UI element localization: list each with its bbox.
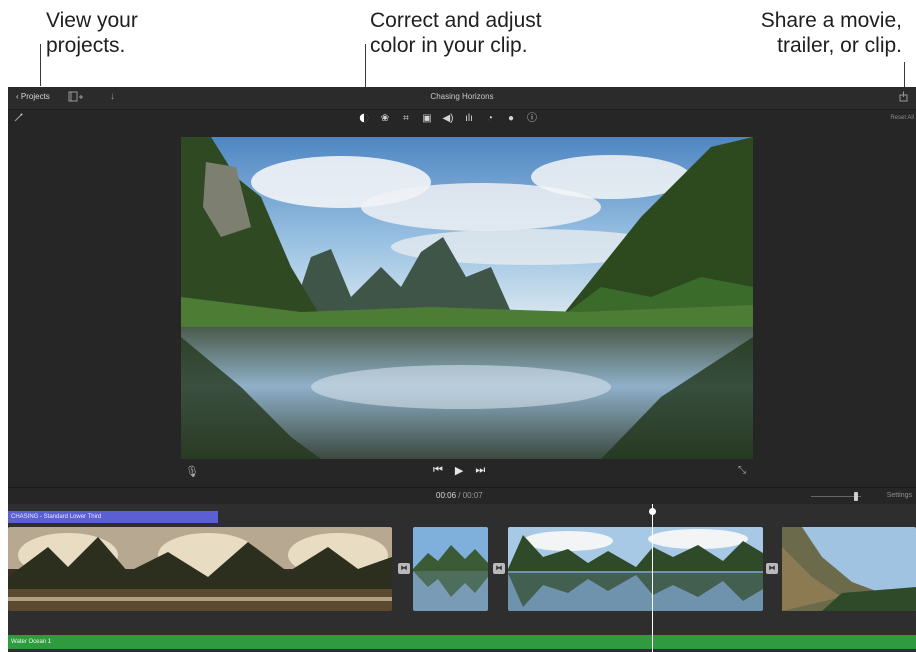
- playhead[interactable]: [652, 504, 653, 652]
- callout-line: color in your clip.: [370, 34, 528, 57]
- time-separator: /: [458, 491, 461, 500]
- transition-icon[interactable]: ⧓: [493, 563, 505, 574]
- clip-info-icon[interactable]: ⓘ: [526, 113, 538, 127]
- callout-leader: [40, 44, 41, 86]
- playhead-handle[interactable]: [649, 508, 656, 515]
- settings-button[interactable]: Settings: [887, 492, 912, 499]
- playback-controls: 🎙︎ ⏮︎ ▶ ⏭︎ ⤡: [8, 463, 916, 481]
- adjustments-toolbar: ❀ ⌗ ▣ ◀) ılı ◔ ● ⓘ Reset All: [8, 110, 916, 130]
- callout-line: View your: [46, 9, 138, 32]
- video-viewer[interactable]: [181, 137, 753, 459]
- skip-forward-icon[interactable]: ⏭︎: [475, 464, 485, 477]
- top-bar: ‹ Projects ↓ Chasing Horizons: [8, 87, 916, 110]
- reset-all-button[interactable]: Reset All: [890, 115, 914, 121]
- viewer-timeline-divider: [8, 487, 916, 488]
- speed-icon[interactable]: ◔: [484, 113, 496, 127]
- callout-line: Share a movie,: [760, 9, 902, 32]
- callout-line: projects.: [46, 34, 126, 57]
- video-clip[interactable]: [782, 527, 916, 611]
- viewer-frame-image: [181, 137, 753, 459]
- callout-color: Correct and adjust color in your clip.: [370, 8, 542, 58]
- voiceover-microphone-icon[interactable]: 🎙︎: [185, 465, 199, 478]
- volume-icon[interactable]: ◀): [442, 113, 454, 127]
- current-time: 00:06: [436, 491, 457, 500]
- callout-share: Share a movie, trailer, or clip.: [761, 8, 902, 58]
- imovie-window: ‹ Projects ↓ Chasing Horizons ❀ ⌗ ▣ ◀) ı…: [8, 87, 916, 652]
- skip-back-icon[interactable]: ⏮︎: [433, 464, 443, 477]
- crop-icon[interactable]: ⌗: [400, 113, 412, 127]
- play-icon[interactable]: ▶: [455, 464, 463, 477]
- transition-icon[interactable]: ⧓: [398, 563, 410, 574]
- callout-view-projects: View your projects.: [46, 8, 138, 58]
- project-title: Chasing Horizons: [430, 92, 494, 101]
- title-clip[interactable]: CHASING - Standard Lower Third: [8, 511, 218, 523]
- transition-icon[interactable]: ⧓: [766, 563, 778, 574]
- color-balance-icon[interactable]: [358, 113, 370, 127]
- magic-wand-icon[interactable]: [14, 113, 23, 125]
- zoom-slider-handle[interactable]: [854, 492, 858, 501]
- callout-line: Correct and adjust: [370, 9, 542, 32]
- audio-clip[interactable]: Water Ocean 1: [8, 635, 916, 649]
- fullscreen-icon[interactable]: ⤡: [738, 465, 746, 476]
- video-clip[interactable]: [413, 527, 488, 611]
- equalizer-icon[interactable]: ılı: [463, 113, 475, 127]
- timecode-bar: 00:06 / 00:07 Settings: [8, 489, 916, 503]
- adjustment-tools: ❀ ⌗ ▣ ◀) ılı ◔ ● ⓘ: [358, 113, 538, 127]
- color-correction-icon[interactable]: ❀: [379, 113, 391, 127]
- timecode: 00:06 / 00:07: [436, 491, 483, 500]
- timeline[interactable]: CHASING - Standard Lower Third ⧓ ⧓ ⧓ Wat…: [8, 504, 916, 652]
- callout-line: trailer, or clip.: [777, 34, 902, 57]
- share-icon[interactable]: [899, 91, 908, 105]
- video-clip[interactable]: [508, 527, 763, 611]
- stabilization-icon[interactable]: ▣: [421, 113, 433, 127]
- total-time: 00:07: [462, 491, 483, 500]
- transport-buttons: ⏮︎ ▶ ⏭︎: [433, 464, 485, 477]
- video-clip[interactable]: [8, 527, 392, 611]
- noise-reduction-icon[interactable]: ●: [505, 113, 517, 127]
